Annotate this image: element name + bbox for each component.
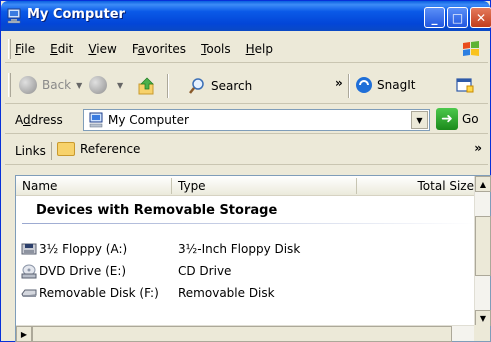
column-type[interactable]: Type bbox=[178, 179, 206, 193]
item-type: Removable Disk bbox=[178, 286, 275, 300]
column-divider[interactable] bbox=[171, 178, 172, 194]
menu-tools[interactable]: Tools bbox=[201, 42, 231, 56]
horizontal-scroll-thumb[interactable] bbox=[32, 326, 452, 342]
chevron-down-icon[interactable]: ▼ bbox=[117, 81, 123, 90]
up-folder-icon bbox=[138, 77, 154, 95]
floppy-drive-icon bbox=[21, 243, 37, 255]
column-divider[interactable] bbox=[356, 178, 357, 194]
close-icon: ✕ bbox=[475, 10, 487, 25]
arrow-up-icon: ▲ bbox=[479, 179, 487, 189]
arrow-down-icon: ▼ bbox=[479, 313, 487, 323]
dvd-drive-icon bbox=[21, 264, 37, 279]
toolbar-grip[interactable] bbox=[8, 39, 11, 59]
maximize-icon: □ bbox=[451, 10, 464, 25]
item-name: 3½ Floppy (A:) bbox=[39, 242, 128, 256]
up-folder-button[interactable] bbox=[137, 76, 157, 96]
list-item-dvd[interactable]: DVD Drive (E:) CD Drive bbox=[21, 262, 231, 280]
back-arrow-icon bbox=[19, 76, 37, 94]
search-button[interactable]: Search bbox=[187, 76, 252, 96]
links-bar: Links Reference » bbox=[5, 136, 488, 165]
go-arrow-icon: ➜ bbox=[436, 108, 458, 130]
title-bar[interactable]: My Computer _ □ ✕ bbox=[1, 1, 491, 31]
forward-button[interactable]: ▼ bbox=[89, 76, 123, 94]
go-button[interactable]: ➜ Go bbox=[436, 108, 479, 130]
back-label: Back bbox=[42, 78, 72, 92]
menu-bar: File Edit View Favorites Tools Help bbox=[5, 35, 488, 63]
vertical-scroll-thumb[interactable] bbox=[475, 216, 491, 276]
link-reference[interactable]: Reference bbox=[57, 142, 140, 156]
snagit-capture-button[interactable] bbox=[455, 76, 475, 94]
item-name: DVD Drive (E:) bbox=[39, 264, 127, 278]
capture-window-icon bbox=[456, 78, 474, 93]
forward-arrow-icon bbox=[89, 76, 107, 94]
explorer-window: My Computer _ □ ✕ File Edit View Favorit… bbox=[0, 0, 491, 342]
links-separator bbox=[51, 142, 52, 160]
snagit-button[interactable]: SnagIt bbox=[355, 76, 415, 94]
group-header: Devices with Removable Storage bbox=[36, 203, 278, 218]
toolbar-separator bbox=[348, 74, 350, 98]
address-input[interactable]: My Computer ▼ bbox=[83, 109, 430, 131]
minimize-button[interactable]: _ bbox=[424, 7, 445, 28]
file-list-view[interactable]: Name Type Total Size Devices with Remova… bbox=[15, 175, 491, 342]
removable-disk-icon bbox=[21, 289, 37, 297]
search-icon bbox=[189, 78, 204, 94]
close-button[interactable]: ✕ bbox=[470, 7, 491, 28]
item-name: Removable Disk (F:) bbox=[39, 286, 159, 300]
vertical-scrollbar[interactable]: ▲ ▼ bbox=[474, 176, 491, 326]
address-dropdown-button[interactable]: ▼ bbox=[411, 111, 428, 129]
toolbar-overflow-chevron[interactable]: » bbox=[335, 76, 343, 90]
group-divider bbox=[22, 223, 476, 224]
links-label[interactable]: Links bbox=[15, 144, 46, 158]
chevron-down-icon[interactable]: ▼ bbox=[76, 81, 82, 90]
back-button[interactable]: Back ▼ bbox=[19, 76, 82, 94]
chevron-down-icon: ▼ bbox=[416, 115, 423, 125]
address-label: Address bbox=[15, 113, 63, 127]
list-item-removable[interactable]: Removable Disk (F:) Removable Disk bbox=[21, 284, 275, 302]
search-label: Search bbox=[211, 79, 253, 93]
column-name[interactable]: Name bbox=[22, 179, 57, 193]
windows-logo-icon bbox=[463, 41, 479, 56]
menu-help[interactable]: Help bbox=[246, 42, 273, 56]
menu-file[interactable]: File bbox=[15, 42, 35, 56]
link-reference-label: Reference bbox=[80, 142, 141, 156]
size-grip[interactable] bbox=[474, 325, 490, 341]
menu-edit[interactable]: Edit bbox=[50, 42, 73, 56]
item-type: 3½-Inch Floppy Disk bbox=[178, 242, 301, 256]
minimize-icon: _ bbox=[431, 10, 438, 25]
toolbar-separator bbox=[167, 74, 169, 98]
menu-view[interactable]: View bbox=[88, 42, 116, 56]
list-item-floppy[interactable]: 3½ Floppy (A:) 3½-Inch Floppy Disk bbox=[21, 240, 300, 258]
standard-toolbar: Back ▼ ▼ Search » SnagIt bbox=[5, 67, 488, 104]
toolbar-grip[interactable] bbox=[8, 73, 11, 97]
my-computer-icon bbox=[7, 8, 21, 24]
links-overflow-chevron[interactable]: » bbox=[474, 141, 482, 155]
column-total-size[interactable]: Total Size bbox=[418, 179, 474, 193]
address-bar: Address My Computer ▼ ➜ Go bbox=[5, 106, 488, 134]
snagit-icon bbox=[356, 77, 372, 93]
column-header: Name Type Total Size bbox=[16, 176, 476, 196]
scroll-right-button[interactable]: ▶ bbox=[16, 326, 32, 342]
scroll-up-button[interactable]: ▲ bbox=[475, 176, 491, 192]
snagit-label: SnagIt bbox=[377, 78, 416, 92]
menu-favorites[interactable]: Favorites bbox=[132, 42, 186, 56]
address-value: My Computer bbox=[108, 113, 189, 127]
my-computer-icon bbox=[89, 112, 103, 128]
horizontal-scrollbar[interactable]: ◀ ▶ bbox=[16, 325, 476, 342]
item-type: CD Drive bbox=[178, 264, 232, 278]
folder-icon bbox=[57, 142, 75, 156]
window-title: My Computer bbox=[27, 7, 125, 22]
arrow-right-icon: ▶ bbox=[20, 329, 28, 339]
scroll-down-button[interactable]: ▼ bbox=[475, 310, 491, 326]
maximize-button[interactable]: □ bbox=[447, 7, 468, 28]
go-label: Go bbox=[462, 112, 479, 126]
